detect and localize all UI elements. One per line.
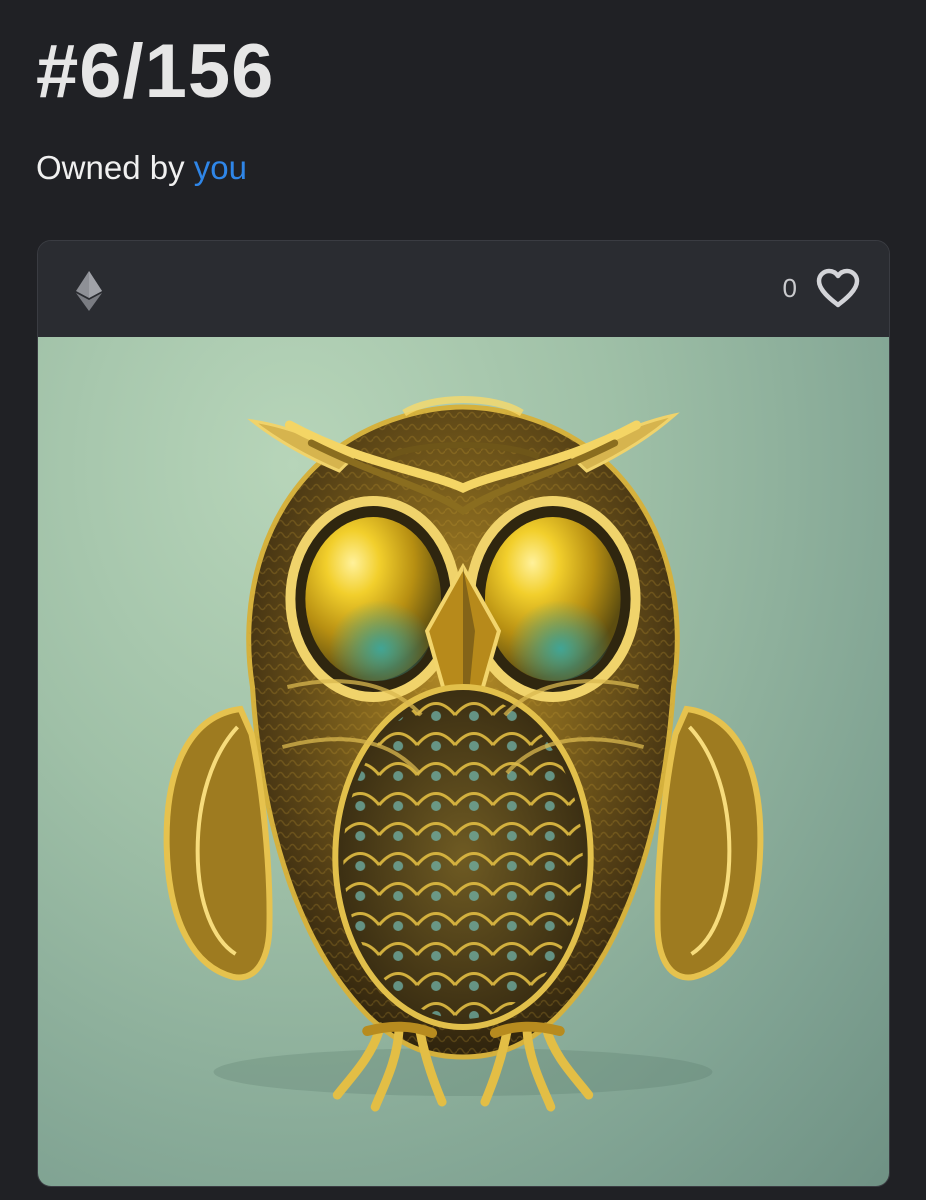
nft-card: 0 [37,240,890,1187]
like-count: 0 [782,272,797,303]
ethereum-icon [76,271,102,311]
heart-outline-icon[interactable] [815,268,861,308]
owned-by-label: Owned by [36,149,185,186]
owl-illustration [163,396,764,1112]
like-control[interactable]: 0 [783,265,861,311]
card-header: 0 [38,241,889,338]
owned-by-line: Owned by you [36,148,247,188]
nft-image [38,337,889,1186]
item-title: #6/156 [36,29,275,114]
owner-link[interactable]: you [194,149,247,186]
